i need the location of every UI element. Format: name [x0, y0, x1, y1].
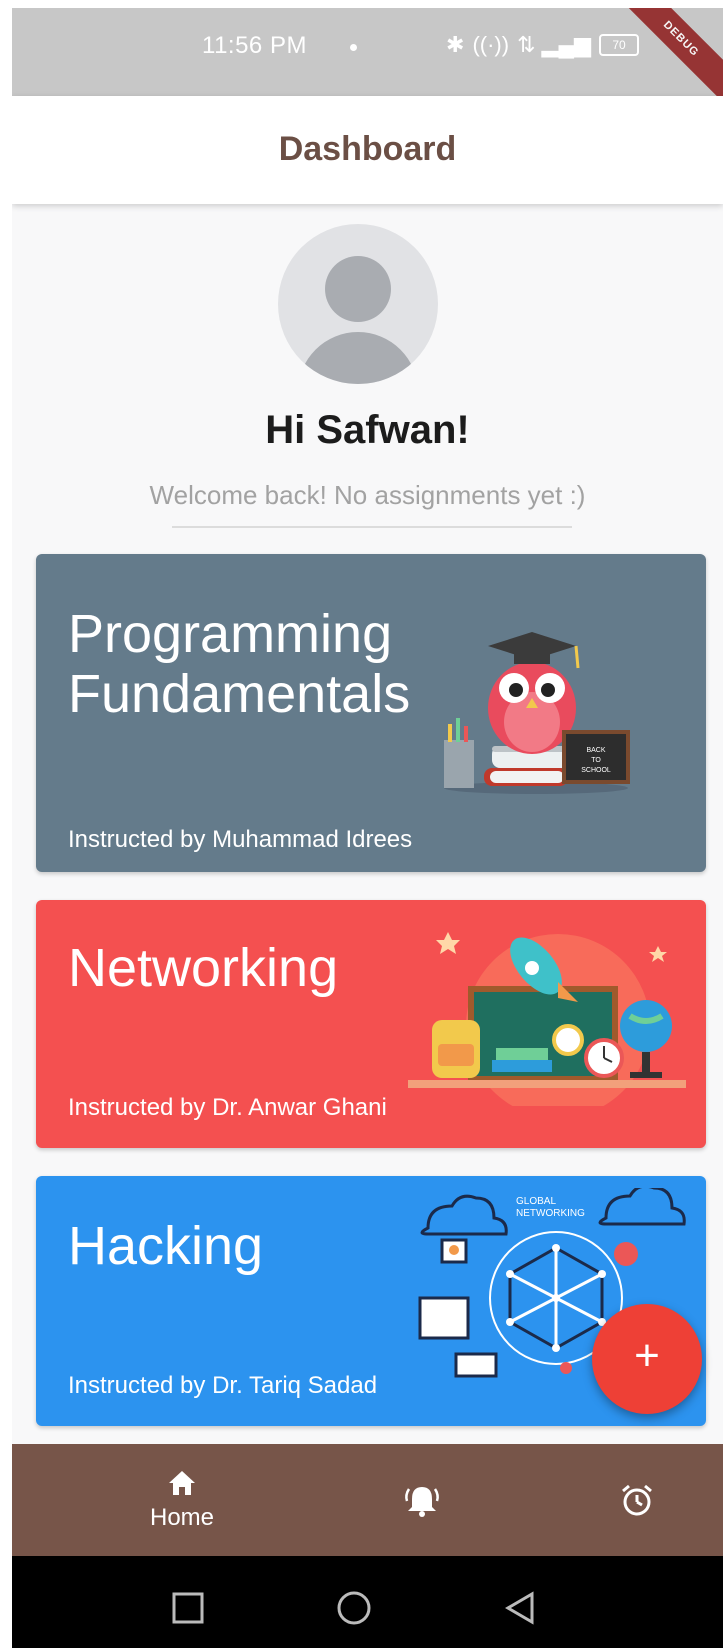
hotspot-icon: ((·)) [472, 32, 510, 57]
bell-icon [405, 1487, 439, 1517]
school-supplies-illustration-icon [408, 932, 686, 1106]
signal-icon: ⇅ ▂▄▆ [517, 32, 592, 57]
divider [172, 526, 572, 528]
svg-text:GLOBAL: GLOBAL [516, 1196, 556, 1207]
recents-square-icon[interactable] [168, 1588, 208, 1628]
svg-text:BACK: BACK [586, 747, 605, 754]
system-navigation-bar [12, 1556, 723, 1648]
app-bar: Dashboard [12, 96, 723, 204]
app-screen: 11:56 PM ✱ ((·)) ⇅ ▂▄▆ 70 DEBUG Dashboar… [12, 8, 723, 1648]
bluetooth-icon: ✱ [446, 32, 465, 57]
status-time: 11:56 PM [202, 32, 307, 59]
page-title: Dashboard [278, 130, 457, 168]
add-course-button[interactable]: + [592, 1304, 702, 1414]
status-icons: ✱ ((·)) ⇅ ▂▄▆ 70 [446, 32, 640, 58]
nav-item-alarms[interactable] [597, 1444, 677, 1556]
welcome-subtitle: Welcome back! No assignments yet :) [149, 480, 586, 510]
home-circle-icon[interactable] [334, 1588, 374, 1628]
nav-item-notifications[interactable] [382, 1444, 462, 1556]
status-bar: 11:56 PM ✱ ((·)) ⇅ ▂▄▆ 70 DEBUG [12, 8, 723, 107]
avatar-body [298, 332, 418, 384]
nav-item-home[interactable]: Home [122, 1444, 242, 1556]
owl-illustration-icon: BACK TO SCHOOL [444, 632, 630, 794]
battery-icon: 70 [599, 34, 640, 56]
svg-text:NETWORKING: NETWORKING [516, 1208, 585, 1219]
course-instructor: Instructed by Muhammad Idrees [68, 826, 413, 853]
avatar-head [325, 256, 391, 322]
course-title: Hacking [68, 1216, 264, 1276]
back-triangle-icon[interactable] [500, 1588, 540, 1628]
home-icon [169, 1471, 195, 1495]
course-instructor: Instructed by Dr. Anwar Ghani [68, 1094, 387, 1121]
course-card-programming-fundamentals[interactable]: Programming Fundamentals BACK TO SCHOOL … [36, 554, 706, 872]
nav-label-home: Home [149, 1504, 215, 1531]
greeting-title: Hi Safwan! [265, 408, 470, 452]
course-instructor: Instructed by Dr. Tariq Sadad [68, 1372, 378, 1399]
avatar[interactable] [278, 224, 438, 384]
course-title: Programming Fundamentals [68, 604, 411, 724]
svg-text:TO: TO [591, 757, 601, 764]
bottom-navigation: Home [12, 1444, 723, 1556]
notification-dot-icon [350, 44, 357, 51]
svg-text:SCHOOL: SCHOOL [581, 767, 611, 774]
course-title: Networking [68, 938, 339, 998]
plus-icon: + [634, 1331, 660, 1380]
alarm-clock-icon [622, 1484, 652, 1516]
course-card-networking[interactable]: Networking Instructed by Dr. Anwar Ghani [36, 900, 706, 1148]
